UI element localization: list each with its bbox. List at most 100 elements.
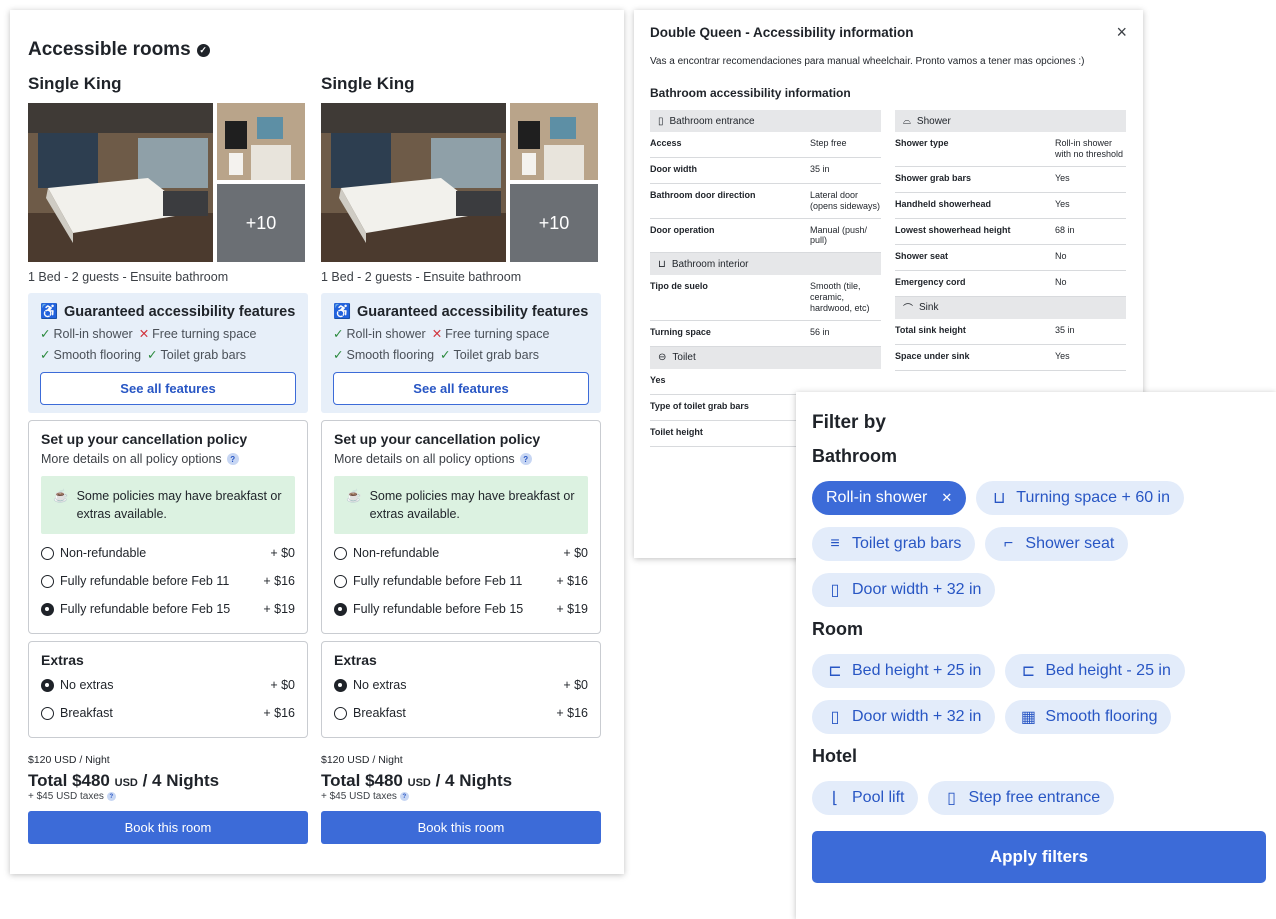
filter-chip[interactable]: ⊏ Bed height - 25 in bbox=[1005, 654, 1185, 688]
info-row: Tipo de suelo Smooth (tile, ceramic, hard… bbox=[650, 275, 881, 321]
radio-unselected[interactable] bbox=[41, 546, 54, 560]
radio-selected[interactable] bbox=[334, 678, 347, 692]
cancellation-option[interactable]: Non-refundable + $0 bbox=[334, 539, 588, 567]
breakfast-note-text: Some policies may have breakfast or extr… bbox=[76, 489, 282, 522]
extras-option[interactable]: Breakfast + $16 bbox=[41, 699, 295, 727]
info-section-title: Toilet bbox=[672, 352, 696, 364]
more-photos-button[interactable]: +10 bbox=[217, 184, 305, 262]
check-icon: ✓ bbox=[40, 348, 51, 362]
help-icon[interactable]: ? bbox=[226, 453, 239, 465]
filter-chip[interactable]: ≡ Toilet grab bars bbox=[812, 527, 976, 561]
info-key: Shower type bbox=[895, 138, 949, 148]
close-icon[interactable]: × bbox=[1116, 22, 1127, 43]
info-section-header: ⌓ Shower bbox=[895, 110, 1126, 132]
filter-chip-label: Step free entrance bbox=[968, 789, 1101, 806]
feature-label: Toilet grab bars bbox=[160, 348, 246, 362]
cancellation-option[interactable]: Fully refundable before Feb 15 + $19 bbox=[41, 595, 295, 623]
radio-selected[interactable] bbox=[41, 602, 54, 616]
book-room-button[interactable]: Book this room bbox=[321, 811, 601, 845]
info-section-header: ⌒ Sink bbox=[895, 296, 1126, 319]
info-key: Turning space bbox=[650, 326, 711, 337]
radio-unselected[interactable] bbox=[41, 706, 54, 720]
info-row: Handheld showerhead Yes bbox=[895, 193, 1126, 219]
feature-label: Roll-in shower bbox=[53, 327, 133, 341]
info-key: Handheld showerhead bbox=[895, 198, 992, 209]
bed-icon: ⊏ bbox=[1021, 663, 1036, 680]
filter-chip-label: Pool lift bbox=[852, 789, 905, 806]
cancellation-option[interactable]: Fully refundable before Feb 15 + $19 bbox=[334, 595, 588, 623]
taxes-text: + $45 USD taxes bbox=[321, 791, 397, 803]
info-row: Shower seat No bbox=[895, 245, 1126, 271]
info-value: 35 in bbox=[810, 164, 830, 174]
book-room-button[interactable]: Book this room bbox=[28, 811, 308, 845]
see-all-features-button[interactable]: See all features bbox=[333, 372, 589, 405]
option-label: Non-refundable bbox=[353, 546, 440, 561]
filter-chip[interactable]: ▯ Step free entrance bbox=[928, 781, 1115, 815]
filter-chip[interactable]: ⌐ Shower seat bbox=[985, 527, 1129, 561]
info-key: Emergency cord bbox=[895, 276, 966, 287]
filter-chip[interactable]: ⌊ Pool lift bbox=[812, 781, 919, 815]
cancellation-option[interactable]: Fully refundable before Feb 11 + $16 bbox=[334, 567, 588, 595]
check-icon: ✓ bbox=[40, 327, 51, 341]
wheelchair-icon: ♿ bbox=[39, 304, 59, 320]
help-icon[interactable]: ? bbox=[106, 792, 116, 802]
option-label: Non-refundable bbox=[60, 546, 147, 561]
info-key: Toilet height bbox=[650, 426, 703, 437]
room-main-photo[interactable] bbox=[321, 103, 506, 262]
total-currency: USD bbox=[114, 777, 138, 790]
option-left: Breakfast bbox=[41, 706, 113, 720]
filter-chip[interactable]: ▯ Door width + 32 in bbox=[812, 573, 996, 607]
help-icon[interactable]: ? bbox=[519, 453, 532, 465]
radio-unselected[interactable] bbox=[334, 574, 347, 588]
cancellation-title: Set up your cancellation policy bbox=[41, 431, 248, 447]
room-photos: +10 bbox=[321, 103, 601, 262]
total-amount: Total $480 bbox=[28, 771, 110, 791]
bathroom-photo[interactable] bbox=[510, 103, 598, 180]
policy-details: More details on all policy options ? bbox=[334, 452, 588, 466]
radio-unselected[interactable] bbox=[334, 706, 347, 720]
more-photos-button[interactable]: +10 bbox=[510, 184, 598, 262]
info-key: Shower grab bars bbox=[895, 172, 972, 183]
bathroom-photo-image bbox=[510, 103, 598, 180]
feature-row: ✓ Smooth flooring ✓ Toilet grab bars bbox=[333, 347, 589, 362]
room-side-photos: +10 bbox=[217, 103, 305, 262]
info-value bbox=[810, 375, 881, 388]
price-per-night: $120 USD / Night bbox=[321, 754, 403, 767]
see-all-features-button[interactable]: See all features bbox=[40, 372, 296, 405]
option-price: + $16 bbox=[263, 706, 295, 721]
radio-unselected[interactable] bbox=[334, 546, 347, 560]
info-value: Smooth (tile, ceramic, hardwood, etc) bbox=[810, 281, 870, 313]
option-left: No extras bbox=[41, 678, 114, 692]
filter-chip[interactable]: ▯ Door width + 32 in bbox=[812, 700, 996, 734]
room-main-photo[interactable] bbox=[28, 103, 213, 262]
option-left: Fully refundable before Feb 15 bbox=[41, 602, 230, 616]
radio-unselected[interactable] bbox=[41, 574, 54, 588]
help-icon[interactable]: ? bbox=[399, 792, 409, 802]
extras-box: Extras No extras + $0 Breakfast + $16 bbox=[321, 641, 601, 739]
cross-icon: ✕ bbox=[431, 327, 443, 341]
filter-chip-selected[interactable]: Roll-in shower ✕ bbox=[812, 481, 967, 515]
accessibility-box: ♿ Guaranteed accessibility features ✓ Rol… bbox=[28, 293, 308, 413]
extras-option[interactable]: No extras + $0 bbox=[41, 671, 295, 699]
info-key: Type of toilet grab bars bbox=[650, 400, 749, 411]
radio-selected[interactable] bbox=[41, 678, 54, 692]
filter-chip-label: Door width + 32 in bbox=[852, 581, 982, 598]
filter-chip[interactable]: ⊔ Turning space + 60 in bbox=[976, 481, 1185, 515]
cancellation-option[interactable]: Non-refundable + $0 bbox=[41, 539, 295, 567]
cancellation-options: Non-refundable + $0 Fully refundable befor… bbox=[41, 539, 295, 623]
option-left: Non-refundable bbox=[334, 546, 439, 560]
extras-option[interactable]: Breakfast + $16 bbox=[334, 699, 588, 727]
filter-chip[interactable]: ⊏ Bed height + 25 in bbox=[812, 654, 996, 688]
remove-filter-icon[interactable]: ✕ bbox=[941, 490, 952, 506]
option-left: Fully refundable before Feb 11 bbox=[41, 574, 229, 588]
apply-filters-button[interactable]: Apply filters bbox=[812, 831, 1266, 883]
feature-label: Smooth flooring bbox=[53, 348, 142, 362]
bathroom-photo[interactable] bbox=[217, 103, 305, 180]
room-card: Single King +10 1 Bed - 2 guests - Ensui… bbox=[28, 74, 308, 845]
radio-selected[interactable] bbox=[334, 602, 347, 616]
filter-chip[interactable]: ▦ Smooth flooring bbox=[1005, 700, 1172, 734]
info-key: Shower seat bbox=[895, 250, 949, 261]
extras-option[interactable]: No extras + $0 bbox=[334, 671, 588, 699]
filter-chip-label: Roll-in shower bbox=[826, 489, 928, 506]
cancellation-option[interactable]: Fully refundable before Feb 11 + $16 bbox=[41, 567, 295, 595]
